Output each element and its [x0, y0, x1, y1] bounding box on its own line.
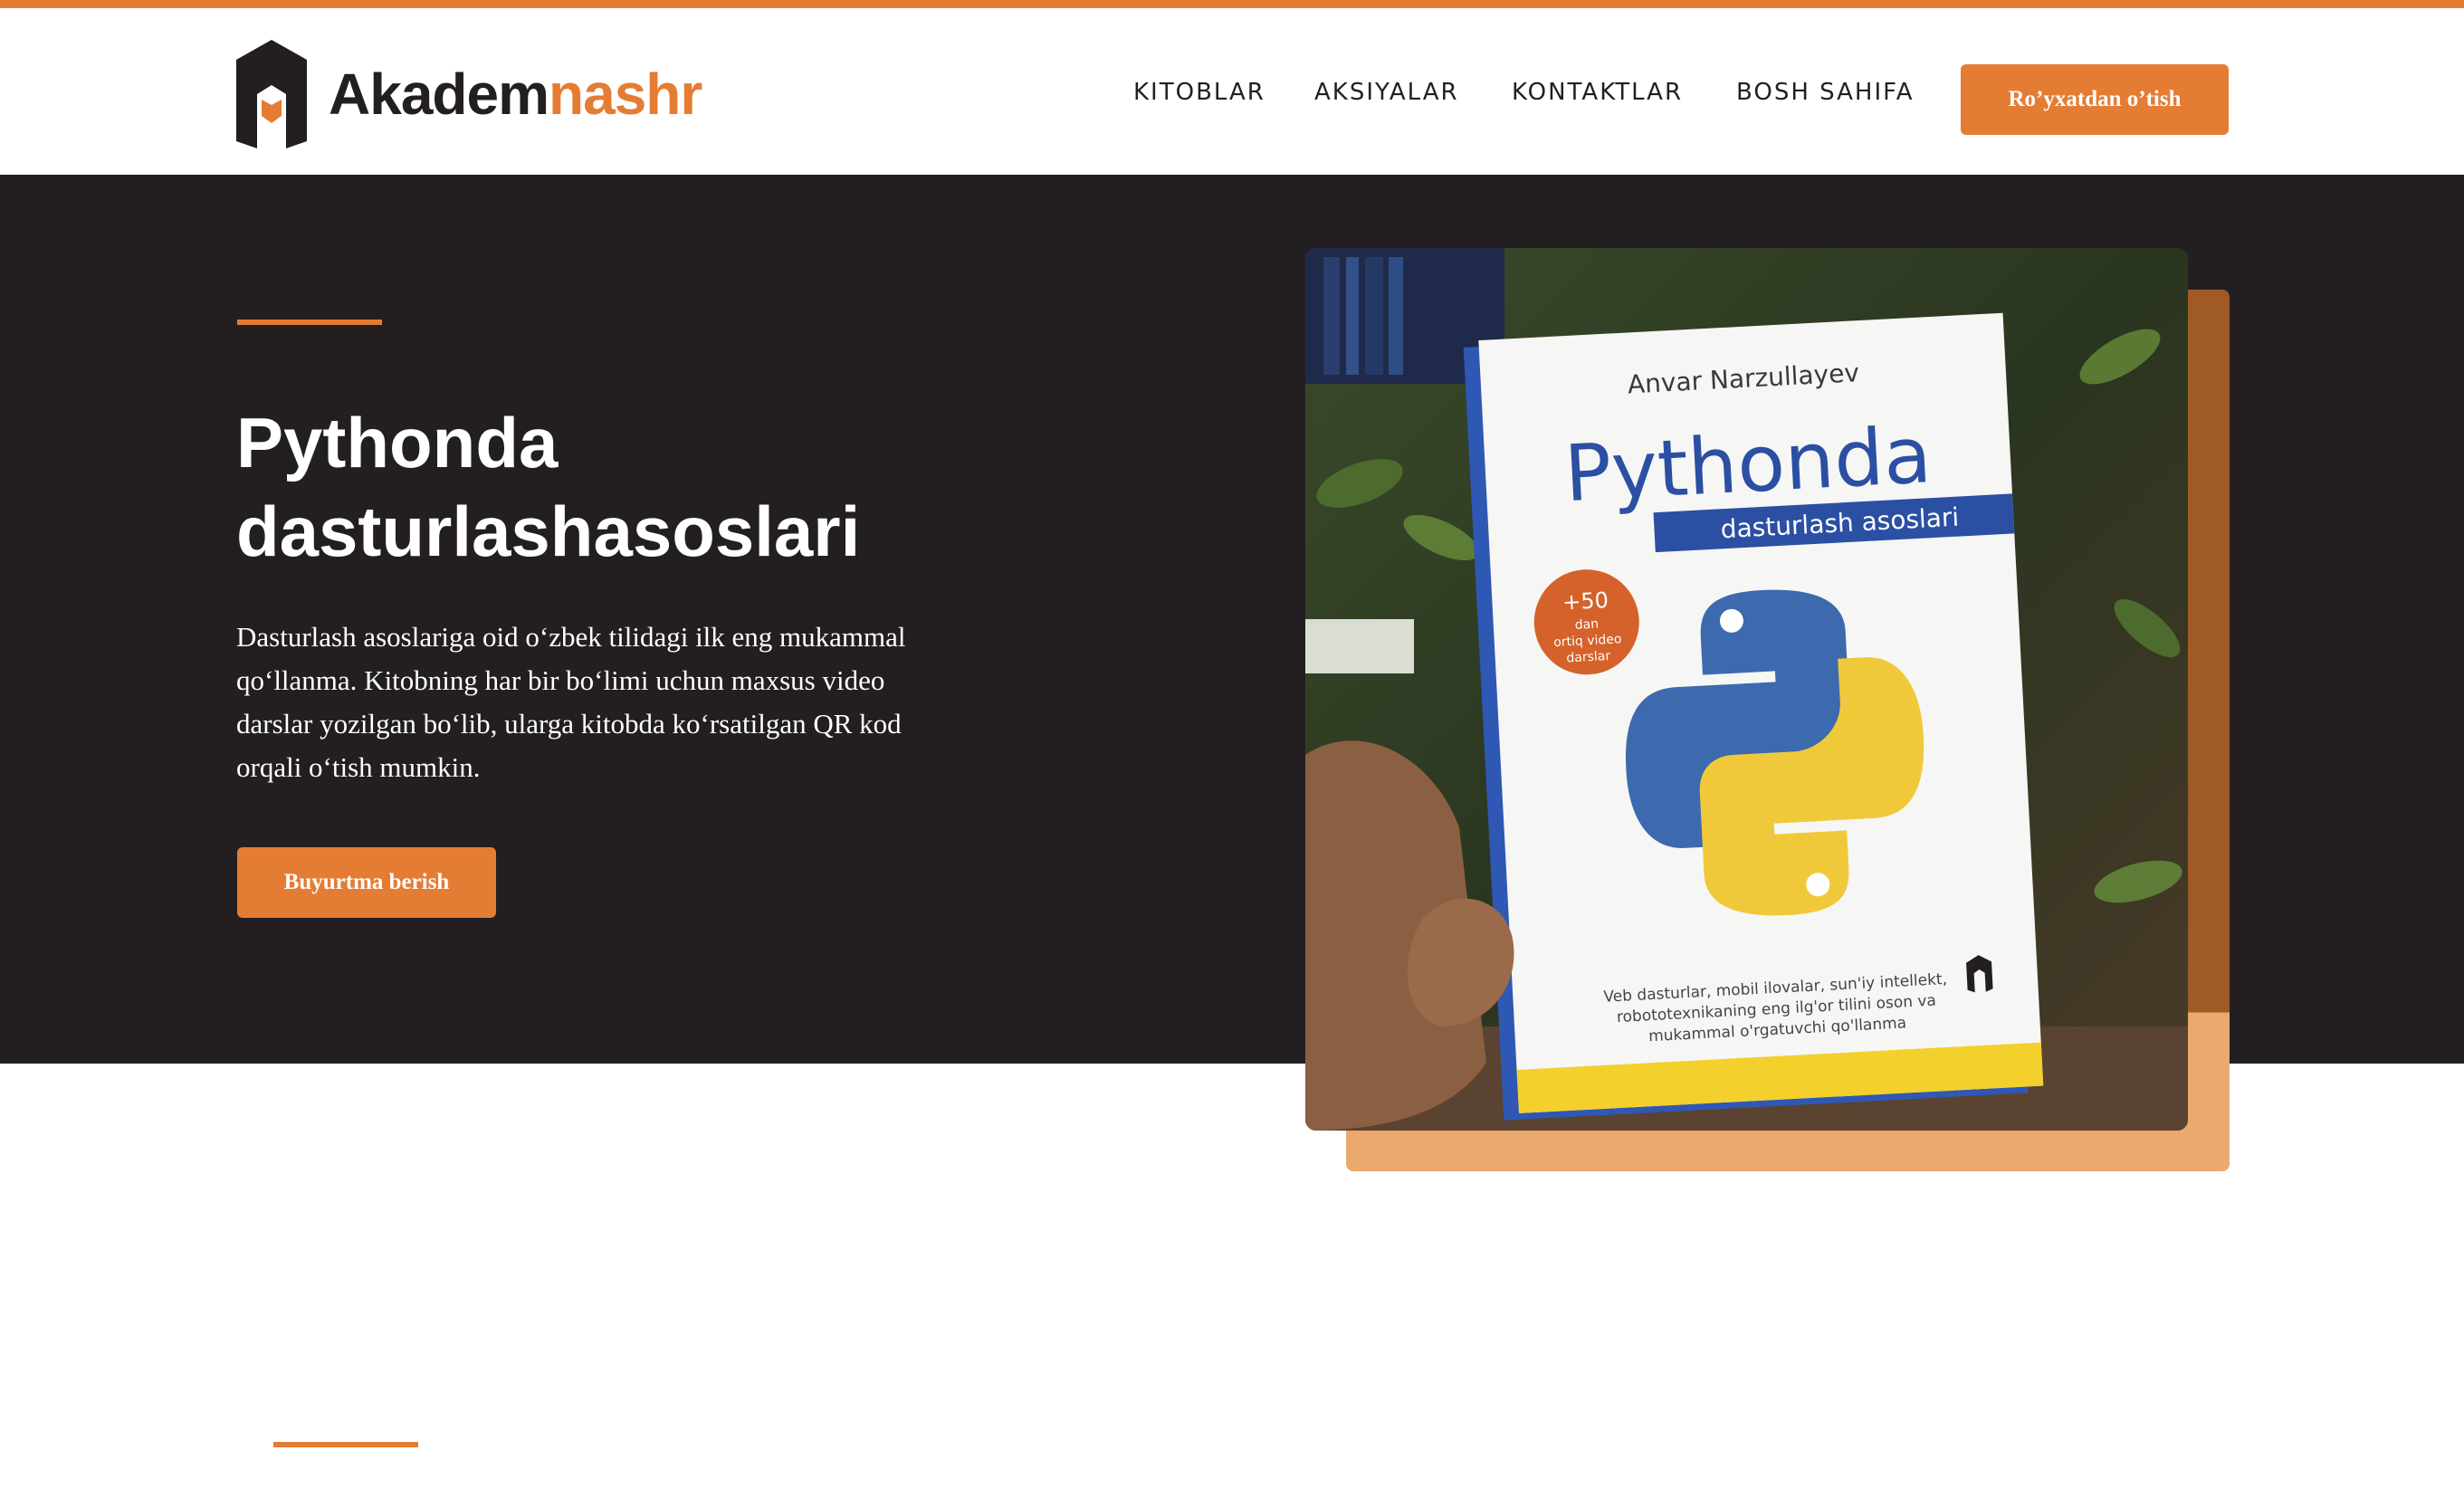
top-accent-bar — [0, 0, 2464, 8]
hero-title-line2: dasturlashasoslari — [236, 492, 861, 571]
brand-name-part2: nashr — [549, 62, 702, 127]
book-photo: Anvar Narzullayev Pythonda dasturlash as… — [1305, 248, 2188, 1131]
nav-item-kitoblar[interactable]: KITOBLAR — [1133, 79, 1265, 106]
book-photo-illustration: Anvar Narzullayev Pythonda dasturlash as… — [1305, 248, 2188, 1131]
book-badge-line4: darslar — [1566, 649, 1611, 666]
nav-item-kontaktlar[interactable]: KONTAKTLAR — [1512, 79, 1683, 106]
hero-accent-line — [237, 320, 382, 325]
hero-title-line1: Pythonda — [236, 403, 559, 482]
hero-title: Pythonda dasturlashasoslari — [236, 398, 1051, 576]
brand-logo[interactable]: Akademnashr — [236, 37, 702, 151]
hero-description: Dasturlash asoslariga oid oʻzbek tilidag… — [236, 621, 906, 783]
section-accent-line — [273, 1442, 418, 1447]
order-button[interactable]: Buyurtma berish — [237, 847, 496, 918]
brand-name-part1: Akadem — [329, 62, 549, 127]
book-badge-line1: +50 — [1562, 587, 1609, 616]
book-badge-line2: dan — [1574, 617, 1599, 633]
brand-name: Akademnashr — [329, 65, 702, 123]
logo-mark-icon — [236, 40, 307, 148]
site-header: Akademnashr KITOBLAR AKSIYALAR KONTAKTLA… — [0, 8, 2464, 175]
nav-item-bosh-sahifa[interactable]: BOSH SAHIFA — [1736, 79, 1915, 106]
register-button[interactable]: Ro’yxatdan o’tish — [1961, 64, 2229, 135]
nav-item-aksiyalar[interactable]: AKSIYALAR — [1314, 79, 1459, 106]
